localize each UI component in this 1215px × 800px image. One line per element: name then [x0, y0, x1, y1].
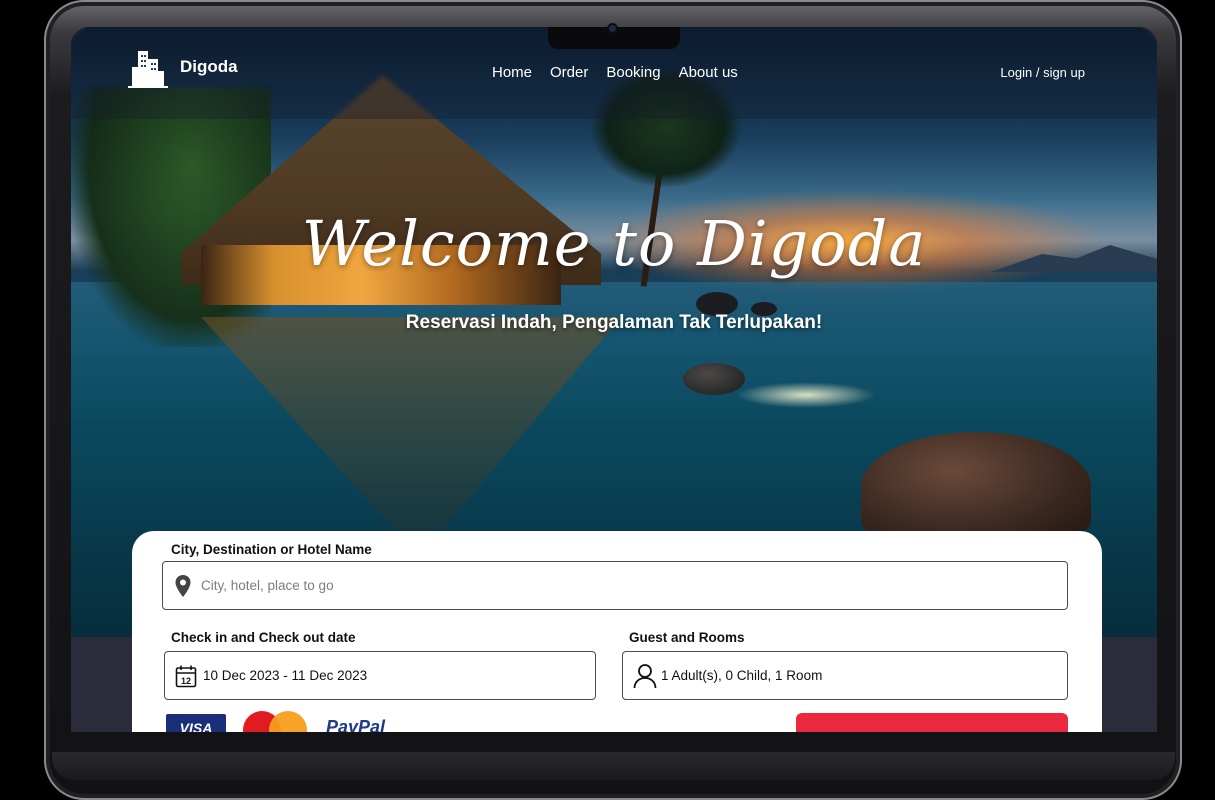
mastercard-logo: [243, 711, 309, 732]
destination-input[interactable]: [199, 577, 1067, 594]
calendar-day: 12: [181, 676, 191, 686]
laptop-bottom-bezel: [52, 752, 1175, 780]
location-pin-icon: [175, 574, 191, 597]
dates-field[interactable]: 12 10 Dec 2023 - 11 Dec 2023: [164, 651, 596, 700]
nav-links: Home Order Booking About us: [492, 64, 738, 81]
nav-link-home[interactable]: Home: [492, 64, 532, 81]
hero-tagline: Reservasi Indah, Pengalaman Tak Terlupak…: [405, 312, 823, 333]
destination-field[interactable]: [162, 561, 1068, 610]
search-button[interactable]: [796, 713, 1068, 732]
building-icon: [128, 51, 168, 88]
nav-link-order[interactable]: Order: [550, 64, 588, 81]
guests-label: Guest and Rooms: [629, 630, 745, 645]
brand[interactable]: Digoda: [128, 45, 238, 89]
paypal-logo: PayPal: [326, 717, 386, 732]
login-signup-link[interactable]: Login / sign up: [1000, 65, 1085, 80]
dates-label: Check in and Check out date: [171, 630, 356, 645]
visa-logo: VISA: [166, 714, 226, 732]
search-card: City, Destination or Hotel Name Check in…: [132, 531, 1102, 732]
nav-link-booking[interactable]: Booking: [606, 64, 660, 81]
webcam: [609, 25, 616, 32]
destination-label: City, Destination or Hotel Name: [171, 542, 372, 557]
guests-value: 1 Adult(s), 0 Child, 1 Room: [661, 668, 823, 683]
laptop-screen: Digoda Home Order Booking About us Login…: [71, 27, 1157, 732]
dates-value: 10 Dec 2023 - 11 Dec 2023: [203, 668, 368, 683]
guests-field[interactable]: 1 Adult(s), 0 Child, 1 Room: [622, 651, 1068, 700]
calendar-icon: 12: [175, 665, 197, 687]
welcome-heading: Welcome to Digoda: [301, 207, 927, 280]
brand-name: Digoda: [180, 57, 238, 76]
nav-link-about[interactable]: About us: [679, 64, 738, 81]
user-icon: [633, 663, 657, 688]
